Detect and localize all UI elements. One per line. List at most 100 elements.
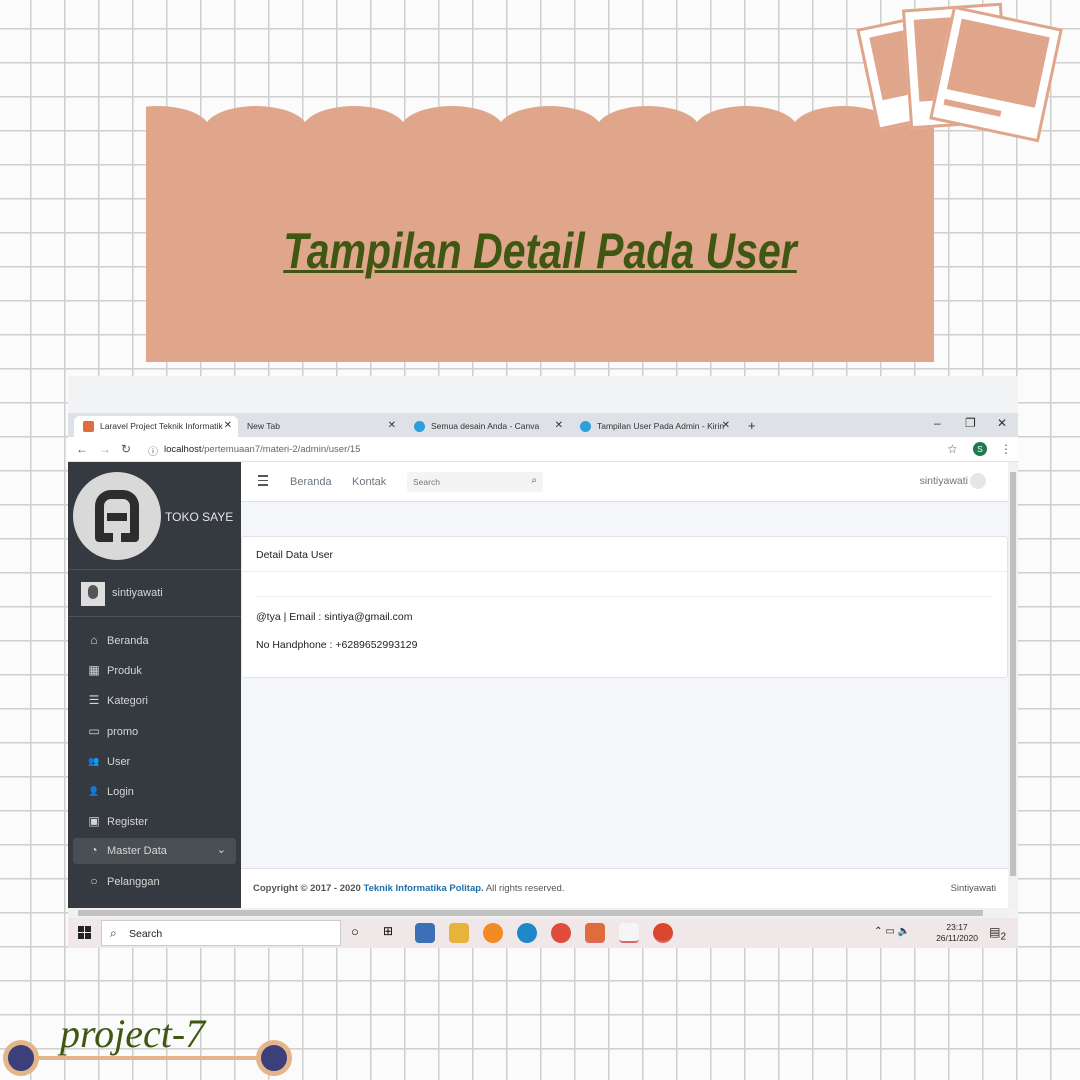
card-title: Detail Data User [256, 549, 334, 561]
sidebar-item-label: Pelanggan [107, 876, 160, 888]
windows-start-icon[interactable] [78, 926, 91, 939]
tab-label: Laravel Project Teknik Informatik [100, 421, 223, 431]
chrome-profile-icon[interactable] [653, 923, 673, 943]
back-icon[interactable]: ← [76, 442, 88, 456]
tab-strip: Laravel Project Teknik Informatik ✕ New … [68, 413, 1018, 437]
tab-label: New Tab [247, 421, 280, 431]
divider [256, 596, 993, 597]
system-tray-icons[interactable]: ⌃ ▭ 🔈 [874, 926, 910, 937]
sidebar-item-login[interactable]: 👤 Login [73, 779, 236, 805]
sidebar-item-kategori[interactable]: ☰ Kategori [73, 688, 236, 714]
sidebar-item-label: Master Data [107, 845, 167, 857]
url-host: localhost [164, 444, 202, 455]
taskbar-search-input[interactable]: ⌕ Search [101, 920, 341, 946]
profile-avatar[interactable]: S [973, 442, 987, 456]
sidebar-item-beranda[interactable]: ⌂ Beranda [73, 628, 236, 654]
list-icon: ☰ [88, 693, 100, 707]
avatar[interactable] [970, 473, 986, 489]
notification-count: 2 [1000, 931, 1006, 943]
sidebar-item-label: Beranda [107, 635, 149, 647]
xampp-icon [83, 421, 94, 432]
sidebar-item-label: Register [107, 816, 148, 828]
tab-label: Semua desain Anda - Canva [431, 421, 540, 431]
horizontal-scrollbar[interactable] [68, 908, 1008, 918]
bookmark-star-icon[interactable]: ☆ [947, 442, 958, 456]
id-card-icon: ▣ [88, 814, 100, 828]
tab-new[interactable]: New Tab ✕ [238, 416, 402, 437]
search-icon[interactable]: ⌕ [531, 475, 537, 486]
sidebar-item-label: Produk [107, 665, 142, 677]
edge-icon[interactable] [517, 923, 537, 943]
nav-link-beranda[interactable]: Beranda [290, 476, 332, 488]
search-placeholder: Search [413, 477, 440, 487]
content-area: Detail Data User @tya | Email : sintiya@… [241, 502, 1008, 868]
file-explorer-icon[interactable] [449, 923, 469, 943]
photo-frame-icon [929, 5, 1063, 143]
notification-icon[interactable]: ▤2 [989, 925, 1006, 942]
sidebar-item-label: promo [107, 726, 139, 738]
sidebar-item-user[interactable]: 👥 User [73, 749, 236, 775]
firefox-icon[interactable] [483, 923, 503, 943]
copyright-text: Copyright © 2017 - 2020 Teknik Informati… [253, 883, 564, 894]
footer-author: Sintiyawati [950, 883, 996, 894]
clock[interactable]: 23:17 26/11/2020 [936, 922, 978, 944]
new-tab-button[interactable]: + [744, 413, 756, 434]
card-icon: ▭ [88, 724, 100, 738]
divider [68, 569, 241, 570]
sidebar-item-pelanggan[interactable]: ○ Pelanggan [73, 869, 236, 895]
cortana-icon[interactable]: ○ [351, 924, 359, 939]
grid-icon: ▦ [88, 663, 100, 677]
close-window-button[interactable]: ✕ [997, 416, 1007, 430]
info-icon[interactable]: ⓘ [148, 443, 158, 458]
org-link[interactable]: Teknik Informatika Politap. [364, 883, 484, 894]
forward-icon[interactable]: → [99, 442, 111, 456]
word-icon[interactable] [415, 923, 435, 943]
decor-dot [256, 1040, 292, 1076]
navbar-user-name[interactable]: sintiyawati [920, 475, 968, 487]
close-tab-icon[interactable]: ✕ [388, 420, 396, 431]
terminal-icon[interactable] [619, 923, 639, 943]
chevron-down-icon[interactable]: ⌄ [217, 843, 226, 856]
search-input[interactable]: Search ⌕ [407, 472, 543, 492]
divider [242, 571, 1007, 572]
brand-name[interactable]: TOKO SAYE [165, 510, 233, 524]
tab-canva[interactable]: Semua desain Anda - Canva ✕ [405, 416, 569, 437]
address-bar: ← → ↻ ⓘ localhost/pertemuaan7/materi-2/a… [68, 437, 1018, 462]
reload-icon[interactable]: ↻ [121, 442, 131, 456]
sidebar-item-label: Kategori [107, 695, 148, 707]
close-tab-icon[interactable]: ✕ [722, 420, 730, 431]
xampp-icon[interactable] [585, 923, 605, 943]
tab-tampilan[interactable]: Tampilan User Pada Admin - Kirin ✕ [571, 416, 736, 437]
chrome-icon[interactable] [551, 923, 571, 943]
detail-card: Detail Data User @tya | Email : sintiya@… [241, 536, 1008, 678]
minimize-button[interactable]: – [934, 416, 941, 430]
vertical-scrollbar[interactable] [1008, 462, 1018, 908]
avatar [81, 582, 105, 606]
maximize-button[interactable]: ❐ [965, 416, 976, 430]
close-tab-icon[interactable]: ✕ [555, 420, 563, 431]
divider [68, 616, 241, 617]
sidebar-item-promo[interactable]: ▭ promo [73, 719, 236, 745]
footer: Copyright © 2017 - 2020 Teknik Informati… [241, 868, 1008, 908]
search-icon: ⌕ [110, 926, 117, 940]
users-icon: 👥 [88, 756, 100, 766]
nav-link-kontak[interactable]: Kontak [352, 476, 386, 488]
clock-time: 23:17 [946, 922, 968, 932]
sidebar-item-master-data[interactable]: ◔ Master Data ⌄ [73, 838, 236, 864]
brand-logo[interactable] [73, 472, 161, 560]
user-email-text: @tya | Email : sintiya@gmail.com [256, 611, 413, 623]
sidebar-item-produk[interactable]: ▦ Produk [73, 658, 236, 684]
url-field[interactable]: localhost/pertemuaan7/materi-2/admin/use… [164, 444, 360, 455]
windows-taskbar: ⌕ Search ○ ⊞ ⌃ ▭ 🔈 23:17 26/11/2020 ▤2 [68, 918, 1018, 948]
url-path: /pertemuaan7/materi-2/admin/user/15 [201, 444, 361, 455]
tab-label: Tampilan User Pada Admin - Kirin [597, 421, 725, 431]
menu-toggle-icon[interactable] [258, 475, 268, 489]
sidebar: TOKO SAYE sintiyawati ⌂ Beranda ▦ Produk… [68, 462, 241, 908]
copyright-suffix: All rights reserved. [485, 883, 565, 894]
close-tab-icon[interactable]: ✕ [224, 420, 232, 431]
task-view-icon[interactable]: ⊞ [383, 924, 393, 938]
tab-laravel[interactable]: Laravel Project Teknik Informatik ✕ [74, 416, 238, 437]
poster-title: Tampilan Detail Pada User [283, 223, 797, 279]
sidebar-item-register[interactable]: ▣ Register [73, 809, 236, 835]
menu-dots-icon[interactable]: ⋮ [1000, 442, 1012, 456]
